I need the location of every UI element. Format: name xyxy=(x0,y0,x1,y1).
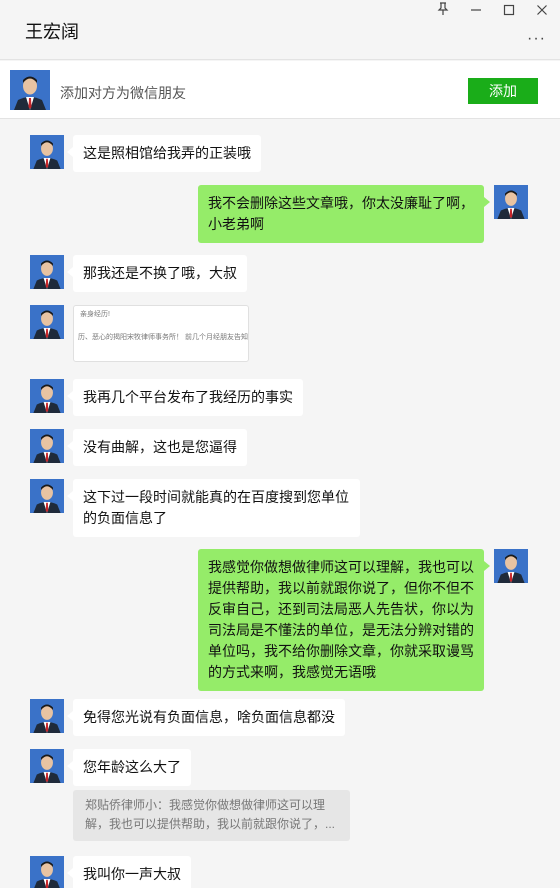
avatar[interactable] xyxy=(30,856,64,888)
quoted-message[interactable]: 郑贴侨律师小：我感觉你做想做律师这可以理解，我也可以提供帮助，我以前就跟你说了，… xyxy=(73,790,350,841)
more-icon[interactable]: ··· xyxy=(527,30,546,48)
minimize-icon[interactable] xyxy=(465,2,487,22)
maximize-icon[interactable] xyxy=(498,2,520,22)
avatar[interactable] xyxy=(30,479,64,513)
avatar[interactable] xyxy=(30,749,64,783)
message-bubble[interactable]: 免得您光说有负面信息，啥负面信息都没 xyxy=(67,699,345,736)
avatar[interactable] xyxy=(30,305,64,339)
message-bubble[interactable]: 那我还是不换了哦，大叔 xyxy=(67,255,247,292)
avatar[interactable] xyxy=(30,429,64,463)
message-bubble[interactable]: 我不会删除这些文章哦，你太没廉耻了啊，小老弟啊 xyxy=(198,185,490,243)
message-bubble[interactable]: 我叫你一声大叔 xyxy=(67,856,191,888)
avatar[interactable] xyxy=(30,255,64,289)
add-friend-bar: 添加对方为微信朋友 添加 xyxy=(0,61,560,119)
chat-title: 王宏阔 xyxy=(25,22,79,42)
scrollbar[interactable] xyxy=(556,120,560,888)
message-bubble[interactable]: 这下过一段时间就能真的在百度搜到您单位的负面信息了 xyxy=(67,479,360,537)
avatar[interactable] xyxy=(30,699,64,733)
avatar[interactable] xyxy=(30,135,64,169)
title-bar: 王宏阔 ··· xyxy=(0,0,560,60)
image-text-line: 历、恶心的揭阳宋牧律师事务所！ 前几个月经朋友告知, xyxy=(78,334,249,341)
image-message[interactable]: 亲身经历! 历、恶心的揭阳宋牧律师事务所！ 前几个月经朋友告知, xyxy=(73,305,249,362)
pin-icon[interactable] xyxy=(432,2,454,22)
add-friend-button[interactable]: 添加 xyxy=(468,78,538,104)
avatar[interactable] xyxy=(10,70,50,110)
image-text-line: 亲身经历! xyxy=(80,311,110,318)
message-bubble[interactable]: 没有曲解，这也是您逼得 xyxy=(67,429,247,466)
message-bubble[interactable]: 您年龄这么大了 xyxy=(67,749,191,786)
avatar[interactable] xyxy=(494,549,528,583)
chat-area[interactable]: 这是照相馆给我弄的正装哦 我不会删除这些文章哦，你太没廉耻了啊，小老弟啊 那我还… xyxy=(0,120,560,888)
avatar[interactable] xyxy=(494,185,528,219)
message-bubble[interactable]: 这是照相馆给我弄的正装哦 xyxy=(67,135,261,172)
message-bubble[interactable]: 我感觉你做想做律师这可以理解，我也可以提供帮助，我以前就跟你说了，但你不但不反审… xyxy=(198,549,490,691)
close-icon[interactable] xyxy=(531,2,553,22)
avatar[interactable] xyxy=(30,379,64,413)
message-bubble[interactable]: 我再几个平台发布了我经历的事实 xyxy=(67,379,303,416)
add-friend-prompt: 添加对方为微信朋友 xyxy=(60,85,186,101)
